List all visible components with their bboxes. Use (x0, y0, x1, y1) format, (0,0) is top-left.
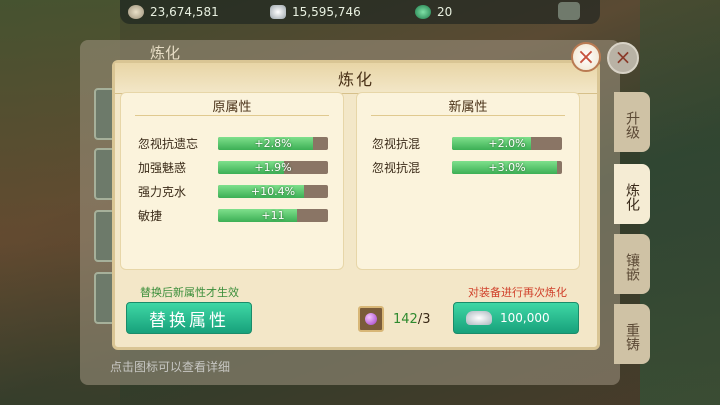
material-required: /3 (417, 312, 431, 327)
tab-recast[interactable]: 重铸 (614, 304, 650, 364)
attribute-name: 忽视抗混 (372, 160, 421, 175)
purple-gem-icon (365, 313, 377, 325)
attribute-value: +1.9% (254, 160, 292, 174)
gold-counter: 23,674,581 (128, 4, 219, 20)
tab-upgrade[interactable]: 升级 (614, 92, 650, 152)
resource-bar: 23,674,581 15,595,746 20 (120, 0, 600, 24)
refine-cost: 100,000 (500, 311, 550, 325)
attribute-value: +10.4% (250, 184, 296, 198)
gold-coin-icon (128, 5, 144, 19)
gold-amount: 23,674,581 (150, 5, 219, 19)
divider (371, 115, 565, 116)
divider (135, 115, 329, 116)
attribute-value: +11 (261, 208, 285, 222)
silver-amount: 15,595,746 (292, 5, 361, 19)
attribute-name: 忽视抗遗忘 (138, 136, 199, 151)
attribute-name: 敏捷 (138, 208, 163, 223)
dialog-title-bar: 炼化 (115, 63, 597, 94)
attribute-row: 忽视抗混 +3.0% (372, 159, 562, 175)
refine-hint: 对装备进行再次炼化 (468, 286, 567, 299)
attribute-bar: +10.4% (218, 184, 328, 198)
attribute-bar: +11 (218, 208, 328, 222)
attribute-value: +2.8% (254, 136, 292, 150)
jade-counter: 20 (415, 4, 452, 20)
new-attributes-card: 新属性 (356, 92, 580, 270)
attribute-bar: +2.0% (452, 136, 562, 150)
original-attributes-heading: 原属性 (212, 100, 252, 115)
replace-hint: 替换后新属性才生效 (140, 286, 239, 299)
refine-button[interactable]: 100,000 (453, 302, 579, 334)
attribute-name: 忽视抗混 (372, 136, 421, 151)
attribute-row: 强力克水 +10.4% (138, 183, 328, 199)
silver-ingot-icon (270, 5, 286, 19)
attribute-row: 忽视抗混 +2.0% (372, 135, 562, 151)
attribute-bar: +2.8% (218, 136, 328, 150)
attribute-name: 加强魅惑 (138, 160, 187, 175)
attribute-bar: +3.0% (452, 160, 562, 174)
attribute-row: 加强魅惑 +1.9% (138, 159, 328, 175)
settings-icon[interactable] (558, 2, 580, 20)
tab-inlay[interactable]: 镶嵌 (614, 234, 650, 294)
attribute-value: +3.0% (488, 160, 526, 174)
silver-ingot-icon (466, 311, 492, 325)
background-close-icon[interactable]: × (607, 42, 639, 74)
dialog-title: 炼化 (337, 70, 374, 89)
attribute-row: 忽视抗遗忘 +2.8% (138, 135, 328, 151)
close-icon[interactable]: × (571, 42, 601, 72)
jade-amount: 20 (437, 5, 453, 19)
material-slot[interactable] (358, 306, 384, 332)
new-attributes-heading: 新属性 (448, 100, 488, 115)
material-count: 142/3 (393, 312, 430, 327)
background-scenery-right (640, 0, 720, 405)
attribute-bar: +1.9% (218, 160, 328, 174)
attribute-value: +2.0% (488, 136, 526, 150)
replace-attributes-button[interactable]: 替换属性 (126, 302, 252, 334)
attribute-row: 敏捷 +11 (138, 207, 328, 223)
bottom-hint: 点击图标可以查看详细 (110, 360, 231, 374)
attribute-name: 强力克水 (138, 184, 187, 199)
original-attributes-card: 原属性 (120, 92, 344, 270)
tab-refine[interactable]: 炼化 (614, 164, 650, 224)
jade-icon (415, 5, 431, 19)
silver-counter: 15,595,746 (270, 4, 361, 20)
material-owned: 142 (393, 312, 418, 327)
